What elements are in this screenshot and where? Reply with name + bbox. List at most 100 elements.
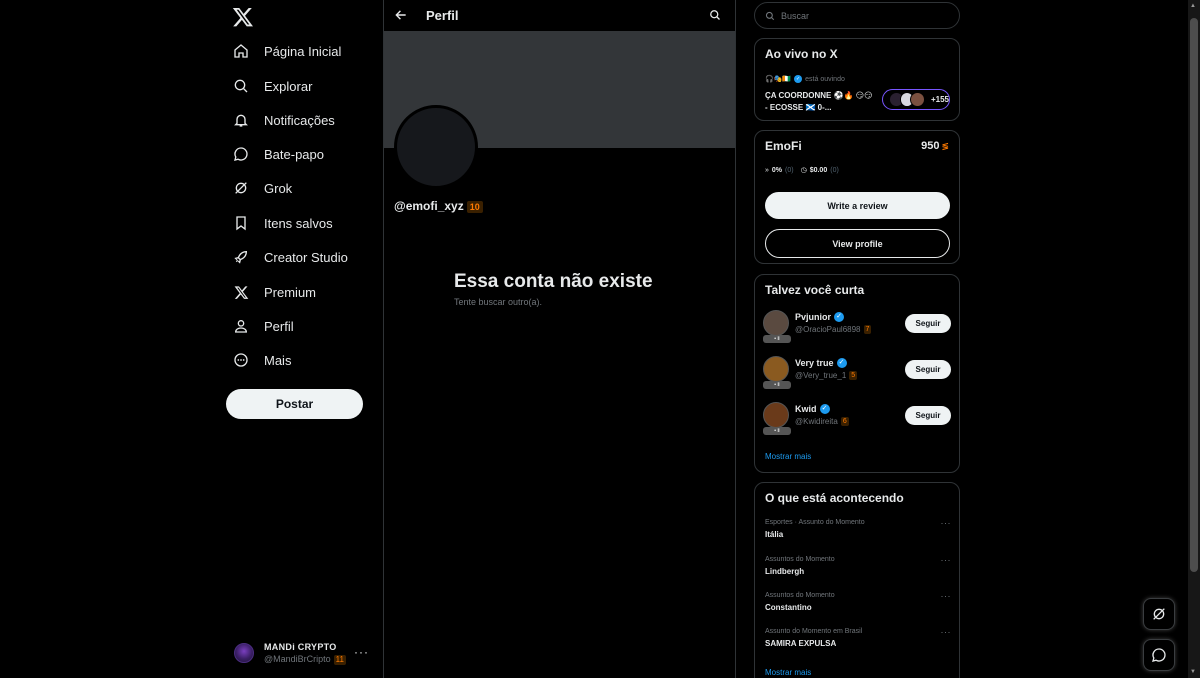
follow-suggestion[interactable]: • ⅱ Kwid ✓ @Kwidireita 6 Seguir <box>763 402 953 442</box>
back-arrow-icon[interactable] <box>394 8 408 22</box>
search-icon[interactable] <box>709 9 721 21</box>
show-more-link[interactable]: Mostrar mais <box>765 452 811 461</box>
page-title: Perfil <box>426 8 459 23</box>
trend-item[interactable]: Assuntos do Momento Lindbergh ··· <box>765 555 951 585</box>
nav-label: Bate-papo <box>264 146 324 162</box>
more-dots-icon[interactable]: ··· <box>941 591 952 601</box>
trend-item[interactable]: Esportes · Assunto do Momento Itália ··· <box>765 518 951 548</box>
stat-percent-count: (0) <box>785 166 794 174</box>
nav-item-profile[interactable]: Perfil <box>232 314 294 338</box>
level-badge: • ⅱ <box>763 381 791 389</box>
profile-header: Perfil <box>384 0 735 31</box>
scrollbar-thumb[interactable] <box>1190 18 1198 572</box>
follow-suggestion[interactable]: • ⅱ Pvjunior ✓ @OracioPaul6898 7 Seguir <box>763 310 953 350</box>
trend-name: Constantino <box>765 603 812 612</box>
search-icon <box>232 77 250 95</box>
emofi-score: 950 ≶ <box>921 140 949 152</box>
scroll-up-icon[interactable]: ▲ <box>1190 3 1196 9</box>
profile-avatar <box>394 105 478 189</box>
avatar <box>763 402 789 428</box>
x-logo-icon[interactable] <box>232 6 254 28</box>
level-badge: • ⅱ <box>763 335 791 343</box>
follow-button[interactable]: Seguir <box>905 360 951 379</box>
nav-item-bookmarks[interactable]: Itens salvos <box>232 211 333 235</box>
grok-fab-button[interactable] <box>1143 598 1175 630</box>
more-dots-icon[interactable]: ··· <box>941 518 952 528</box>
nav-item-premium[interactable]: Premium <box>232 280 316 304</box>
more-dots-icon[interactable]: ··· <box>354 645 369 659</box>
verified-icon: ✓ <box>819 404 830 414</box>
nav-item-chat[interactable]: Bate-papo <box>232 142 324 166</box>
level-badge: • ⅱ <box>763 427 791 435</box>
messages-fab-button[interactable] <box>1143 639 1175 671</box>
clock-icon: ◷ <box>800 167 807 174</box>
write-review-button[interactable]: Write a review <box>765 192 950 219</box>
nav-label: Itens salvos <box>264 215 333 231</box>
user-handle: @Kwidireita 6 <box>795 417 849 427</box>
user-badge: 6 <box>840 417 849 427</box>
show-more-link[interactable]: Mostrar mais <box>765 668 811 677</box>
trend-item[interactable]: Assuntos do Momento Constantino ··· <box>765 591 951 621</box>
trend-name: SAMIRA EXPULSA <box>765 639 837 648</box>
follow-suggestion[interactable]: • ⅱ Very true ✓ @Very_true_1 5 Seguir <box>763 356 953 396</box>
chat-icon <box>1152 648 1166 662</box>
person-icon <box>232 317 250 335</box>
who-to-follow-title: Talvez você curta <box>765 283 865 297</box>
account-badge: 11 <box>333 654 346 665</box>
flame-icon: ≶ <box>941 141 949 151</box>
nav-item-grok[interactable]: Grok <box>232 176 292 200</box>
user-handle: @OracioPaul6898 7 <box>795 325 872 335</box>
trend-name: Itália <box>765 530 784 539</box>
nav-label: Creator Studio <box>264 249 348 265</box>
verified-icon: ✓ <box>834 312 845 322</box>
listeners-pill[interactable]: +155 <box>882 89 950 110</box>
follow-button[interactable]: Seguir <box>905 314 951 333</box>
trend-context: Esportes · Assunto do Momento <box>765 519 865 526</box>
fast-forward-icon: » <box>765 166 769 174</box>
space-title[interactable]: ÇA COORDONNE ⚽🔥 😏😏 - ECOSSE 🏴󠁧󠁢󠁳󠁣󠁴󠁿 0-..… <box>765 90 875 114</box>
listener-emoji: 🎧🎭🇨🇮 <box>765 76 792 83</box>
more-dots-icon[interactable]: ··· <box>941 555 952 565</box>
trend-item[interactable]: Assunto do Momento em Brasil SAMIRA EXPU… <box>765 627 951 657</box>
user-handle: @Very_true_1 5 <box>795 371 858 381</box>
account-switcher[interactable]: MANDi CRYPTO @MandiBrCripto 11 ··· <box>234 636 379 670</box>
not-exist-title: Essa conta não existe <box>454 271 653 292</box>
listening-row: 🎧🎭🇨🇮 ✓ está ouvindo <box>765 75 845 83</box>
nav-label: Perfil <box>264 318 294 334</box>
profile-badge: 10 <box>466 200 483 213</box>
listening-text: está ouvindo <box>805 75 845 83</box>
listener-count: +155 <box>930 95 949 104</box>
nav-item-creator-studio[interactable]: Creator Studio <box>232 245 348 269</box>
main-column: Perfil @emofi_xyz 10 Essa conta não exist… <box>383 0 736 678</box>
follow-button[interactable]: Seguir <box>905 406 951 425</box>
not-exist-subtitle: Tente buscar outro(a). <box>454 297 543 307</box>
user-name: Pvjunior ✓ <box>795 312 845 322</box>
who-to-follow-card: Talvez você curta • ⅱ Pvjunior ✓ @OracioP… <box>754 274 960 473</box>
scrollbar[interactable]: ▲ ▼ <box>1188 0 1200 678</box>
avatar <box>763 356 789 382</box>
scroll-down-icon[interactable]: ▼ <box>1190 669 1196 675</box>
view-profile-button[interactable]: View profile <box>765 229 950 258</box>
avatar <box>763 310 789 336</box>
user-badge: 7 <box>863 325 872 335</box>
nav-item-more[interactable]: Mais <box>232 348 291 372</box>
search-box[interactable] <box>754 2 960 29</box>
bell-icon <box>232 111 250 129</box>
nav-item-explore[interactable]: Explorar <box>232 74 312 98</box>
nav-label: Notificações <box>264 112 335 128</box>
trend-context: Assuntos do Momento <box>765 556 835 563</box>
post-button[interactable]: Postar <box>226 389 363 419</box>
search-input[interactable] <box>781 10 941 21</box>
emofi-card: EmoFi 950 ≶ » 0% (0) ◷ $0.00 (0) Write a … <box>754 130 960 264</box>
profile-handle: @emofi_xyz 10 <box>394 199 483 213</box>
more-dots-icon[interactable]: ··· <box>941 627 952 637</box>
nav-item-home[interactable]: Página Inicial <box>232 39 341 63</box>
emofi-title: EmoFi <box>765 139 802 153</box>
bookmark-icon <box>232 214 250 232</box>
rocket-icon <box>232 248 250 266</box>
search-icon <box>765 11 775 20</box>
stat-amount: $0.00 <box>809 166 828 174</box>
verified-icon: ✓ <box>794 75 803 83</box>
trend-context: Assunto do Momento em Brasil <box>765 628 863 635</box>
nav-item-notifications[interactable]: Notificações <box>232 108 335 132</box>
